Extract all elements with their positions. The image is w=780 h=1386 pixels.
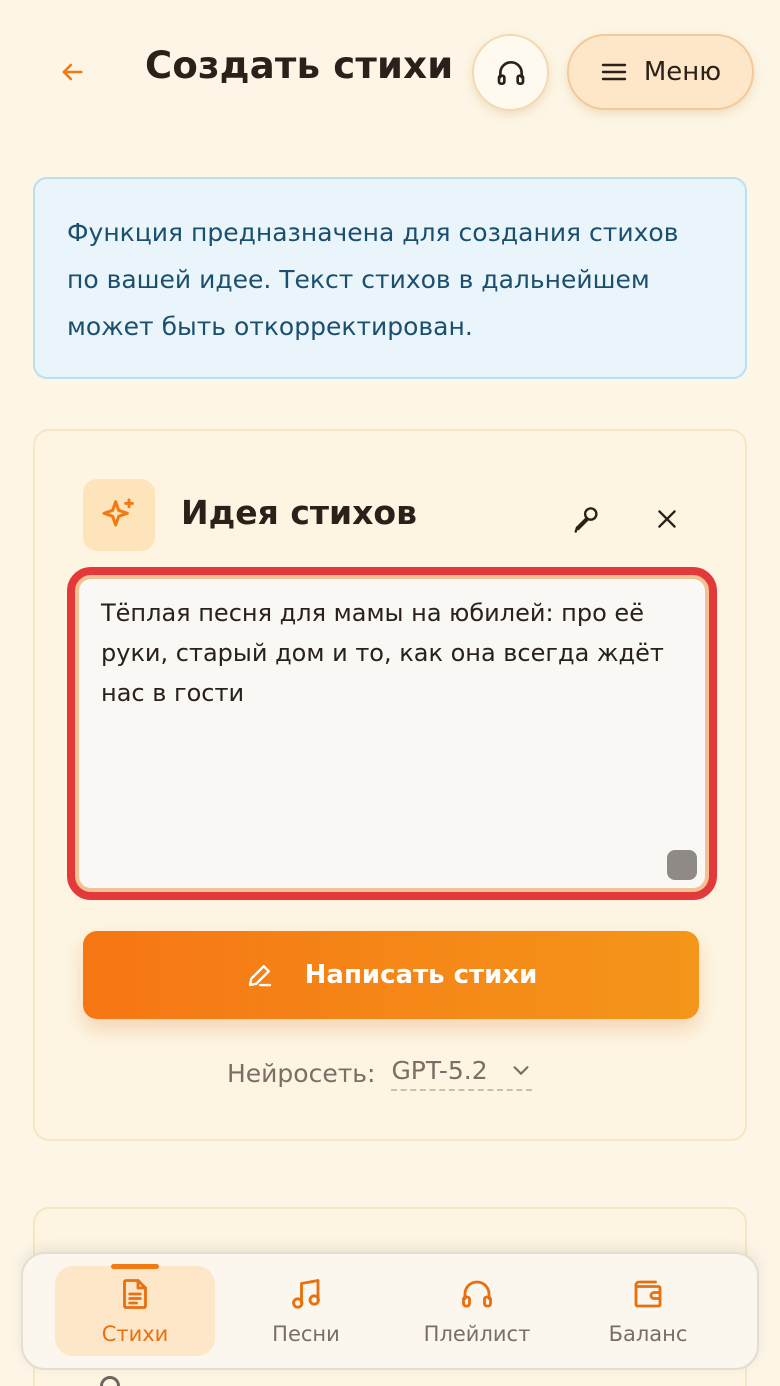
- model-value: GPT-5.2: [391, 1055, 488, 1085]
- bottom-nav: Стихи Песни Плейлист Баланс: [21, 1252, 759, 1370]
- microphone-button[interactable]: [563, 495, 611, 543]
- clear-button[interactable]: [643, 495, 691, 543]
- active-indicator: [111, 1264, 159, 1269]
- sparkles-icon: [102, 498, 134, 527]
- nav-label-balance: Баланс: [608, 1322, 688, 1346]
- wallet-icon: [634, 1280, 662, 1308]
- write-poems-button[interactable]: Написать стихи: [83, 931, 699, 1019]
- audio-button[interactable]: [472, 34, 549, 111]
- card-icon-wrap: [83, 479, 155, 551]
- menu-label: Меню: [643, 57, 722, 87]
- model-label: Нейросеть:: [227, 1058, 376, 1088]
- nav-item-playlist[interactable]: Плейлист: [397, 1266, 557, 1356]
- menu-button[interactable]: Меню: [567, 34, 754, 110]
- back-button[interactable]: [48, 48, 96, 96]
- chevron-down-icon: [513, 1066, 529, 1075]
- music-note-icon: [292, 1279, 320, 1309]
- pencil-icon: [248, 965, 271, 987]
- headphones-icon: [462, 1280, 492, 1308]
- page-title: Создать стихи: [145, 44, 454, 87]
- header: Создать стихи Меню: [0, 0, 780, 150]
- model-row: Нейросеть: GPT-5.2: [227, 1053, 532, 1093]
- write-poems-label: Написать стихи: [304, 960, 538, 990]
- microphone-icon: [574, 507, 598, 533]
- nav-item-songs[interactable]: Песни: [226, 1266, 386, 1356]
- card-title: Идея стихов: [181, 493, 417, 532]
- nav-item-poems[interactable]: Стихи: [55, 1264, 215, 1356]
- hamburger-icon: [601, 63, 627, 81]
- nav-label-playlist: Плейлист: [423, 1322, 531, 1346]
- nav-label-songs: Песни: [272, 1322, 340, 1346]
- resize-handle[interactable]: [667, 850, 697, 880]
- nav-item-balance[interactable]: Баланс: [568, 1266, 728, 1356]
- arrow-left-icon: [62, 63, 83, 81]
- close-icon: [658, 510, 676, 528]
- document-icon: [123, 1279, 147, 1309]
- nav-label-poems: Стихи: [101, 1322, 169, 1346]
- idea-card: Идея стихов Тёплая песня для мамы на юби…: [33, 429, 747, 1141]
- idea-textarea[interactable]: Тёплая песня для мамы на юбилей: про её …: [79, 579, 705, 888]
- headphones-icon: [497, 60, 524, 85]
- info-box: Функция предназначена для создания стихо…: [33, 177, 747, 379]
- info-text: Функция предназначена для создания стихо…: [67, 218, 679, 341]
- model-select[interactable]: GPT-5.2: [391, 1055, 532, 1091]
- idea-textarea-frame: Тёплая песня для мамы на юбилей: про её …: [67, 567, 717, 900]
